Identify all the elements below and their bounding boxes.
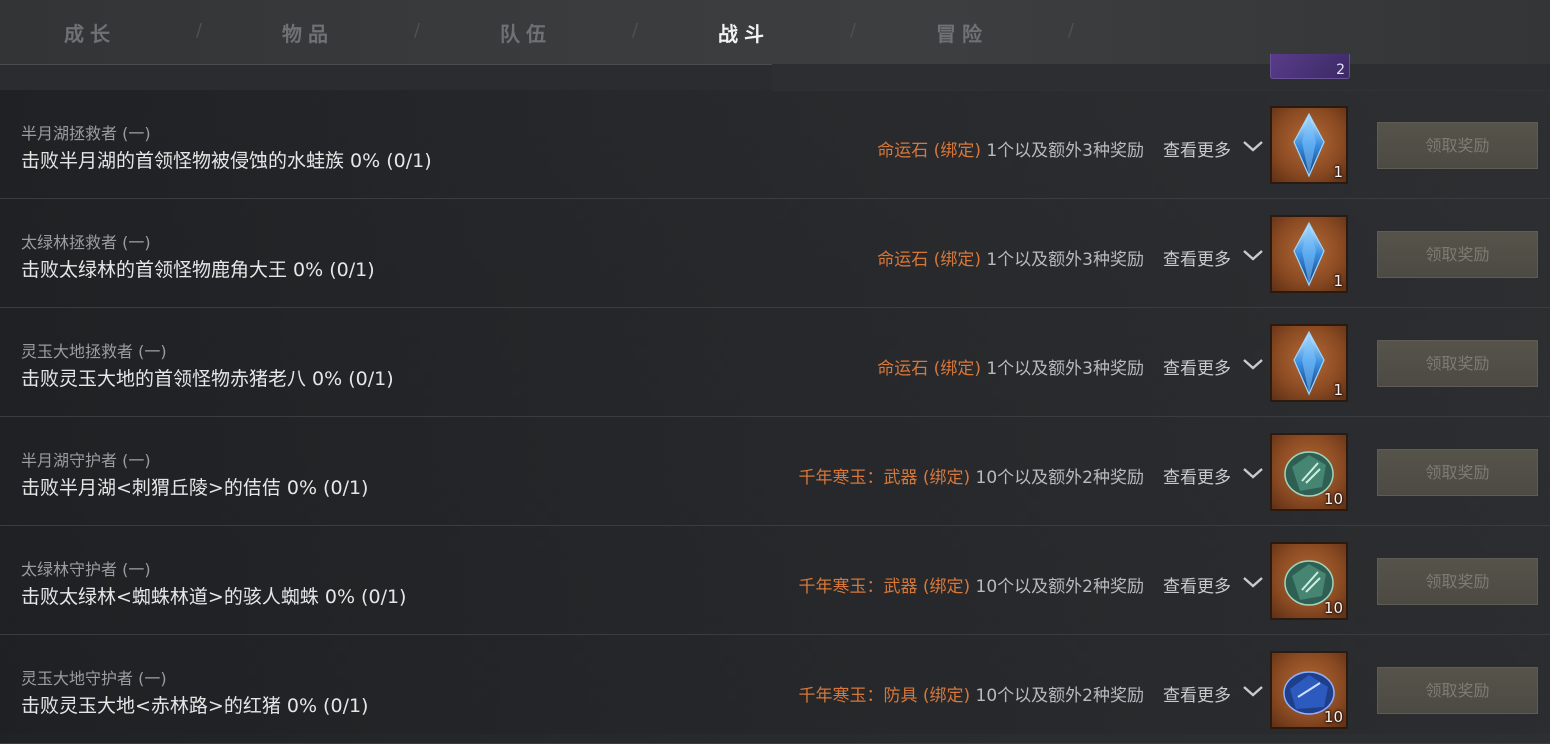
view-more-button[interactable]: 查看更多 bbox=[1163, 463, 1231, 488]
item-count: 2 bbox=[1336, 62, 1345, 78]
reward-item-slot[interactable]: 10 bbox=[1270, 542, 1348, 620]
reward-extra: 1个以及额外3种奖励 bbox=[980, 359, 1144, 379]
reward-extra: 10个以及额外2种奖励 bbox=[970, 468, 1144, 488]
item-count: 10 bbox=[1323, 490, 1343, 508]
chevron-down-icon[interactable] bbox=[1242, 247, 1264, 263]
claim-reward-button[interactable]: 领取奖励 bbox=[1377, 667, 1538, 714]
view-more-button[interactable]: 查看更多 bbox=[1163, 572, 1231, 597]
quest-row: 太绿林拯救者 (一) 击败太绿林的首领怪物鹿角大王 0% (0/1) 命运石 (… bbox=[0, 199, 1550, 308]
tab-separator: / bbox=[1068, 20, 1075, 41]
reward-item-icon[interactable]: 2 bbox=[1270, 54, 1350, 79]
view-more-button[interactable]: 查看更多 bbox=[1163, 136, 1231, 161]
previous-row-partial: 2 bbox=[772, 54, 1550, 91]
reward-item-slot[interactable]: 10 bbox=[1270, 433, 1348, 511]
reward-item-slot[interactable]: 1 bbox=[1270, 106, 1348, 184]
claim-reward-button[interactable]: 领取奖励 bbox=[1377, 558, 1538, 605]
reward-name: 千年寒玉：武器 (绑定) bbox=[798, 468, 971, 488]
item-count: 10 bbox=[1323, 708, 1343, 726]
quest-title: 太绿林守护者 (一) bbox=[21, 560, 151, 579]
tab-items[interactable]: 物品 bbox=[248, 18, 368, 46]
chevron-down-icon[interactable] bbox=[1242, 574, 1264, 590]
reward-name: 命运石 (绑定) bbox=[877, 359, 981, 379]
quest-description: 击败灵玉大地的首领怪物赤猪老八 0% (0/1) bbox=[21, 368, 394, 390]
item-count: 1 bbox=[1333, 381, 1343, 399]
quest-description: 击败半月湖的首领怪物被侵蚀的水蛙族 0% (0/1) bbox=[21, 150, 432, 172]
claim-reward-button[interactable]: 领取奖励 bbox=[1377, 340, 1538, 387]
reward-name: 命运石 (绑定) bbox=[877, 250, 981, 270]
quest-title: 半月湖守护者 (一) bbox=[21, 451, 151, 470]
quest-description: 击败半月湖<刺猬丘陵>的佶佶 0% (0/1) bbox=[21, 477, 369, 499]
quest-description: 击败太绿林的首领怪物鹿角大王 0% (0/1) bbox=[21, 259, 375, 281]
view-more-button[interactable]: 查看更多 bbox=[1163, 245, 1231, 270]
quest-row: 太绿林守护者 (一) 击败太绿林<蜘蛛林道>的骇人蜘蛛 0% (0/1) 千年寒… bbox=[0, 526, 1550, 635]
quest-description: 击败灵玉大地<赤林路>的红猪 0% (0/1) bbox=[21, 695, 369, 717]
reward-summary: 命运石 (绑定) 1个以及额外3种奖励 bbox=[877, 354, 1144, 379]
quest-row: 半月湖守护者 (一) 击败半月湖<刺猬丘陵>的佶佶 0% (0/1) 千年寒玉：… bbox=[0, 417, 1550, 526]
tab-separator: / bbox=[632, 20, 639, 41]
reward-name: 千年寒玉：防具 (绑定) bbox=[798, 686, 971, 706]
reward-summary: 命运石 (绑定) 1个以及额外3种奖励 bbox=[877, 136, 1144, 161]
tab-battle[interactable]: 战斗 bbox=[684, 18, 804, 46]
quest-title: 灵玉大地守护者 (一) bbox=[21, 669, 167, 688]
chevron-down-icon[interactable] bbox=[1242, 683, 1264, 699]
tab-separator: / bbox=[414, 20, 421, 41]
reward-extra: 1个以及额外3种奖励 bbox=[980, 141, 1144, 161]
view-more-button[interactable]: 查看更多 bbox=[1163, 354, 1231, 379]
claim-reward-button[interactable]: 领取奖励 bbox=[1377, 449, 1538, 496]
reward-summary: 命运石 (绑定) 1个以及额外3种奖励 bbox=[877, 245, 1144, 270]
chevron-down-icon[interactable] bbox=[1242, 138, 1264, 154]
item-count: 10 bbox=[1323, 599, 1343, 617]
reward-item-slot[interactable]: 10 bbox=[1270, 651, 1348, 729]
tab-separator: / bbox=[850, 20, 857, 41]
reward-extra: 1个以及额外3种奖励 bbox=[980, 250, 1144, 270]
quest-row: 灵玉大地守护者 (一) 击败灵玉大地<赤林路>的红猪 0% (0/1) 千年寒玉… bbox=[0, 635, 1550, 744]
reward-extra: 10个以及额外2种奖励 bbox=[970, 577, 1144, 597]
quest-description: 击败太绿林<蜘蛛林道>的骇人蜘蛛 0% (0/1) bbox=[21, 586, 407, 608]
quest-row: 半月湖拯救者 (一) 击败半月湖的首领怪物被侵蚀的水蛙族 0% (0/1) 命运… bbox=[0, 90, 1550, 199]
item-count: 1 bbox=[1333, 272, 1343, 290]
chevron-down-icon[interactable] bbox=[1242, 356, 1264, 372]
quest-title: 灵玉大地拯救者 (一) bbox=[21, 342, 167, 361]
view-more-button[interactable]: 查看更多 bbox=[1163, 681, 1231, 706]
reward-item-slot[interactable]: 1 bbox=[1270, 324, 1348, 402]
tab-growth[interactable]: 成长 bbox=[30, 18, 150, 46]
quest-title: 太绿林拯救者 (一) bbox=[21, 233, 151, 252]
claim-reward-button[interactable]: 领取奖励 bbox=[1377, 231, 1538, 278]
quest-row: 灵玉大地拯救者 (一) 击败灵玉大地的首领怪物赤猪老八 0% (0/1) 命运石… bbox=[0, 308, 1550, 417]
chevron-down-icon[interactable] bbox=[1242, 465, 1264, 481]
reward-item-slot[interactable]: 1 bbox=[1270, 215, 1348, 293]
reward-name: 命运石 (绑定) bbox=[877, 141, 981, 161]
reward-name: 千年寒玉：武器 (绑定) bbox=[798, 577, 971, 597]
reward-summary: 千年寒玉：防具 (绑定) 10个以及额外2种奖励 bbox=[798, 681, 1144, 706]
reward-summary: 千年寒玉：武器 (绑定) 10个以及额外2种奖励 bbox=[798, 572, 1144, 597]
reward-summary: 千年寒玉：武器 (绑定) 10个以及额外2种奖励 bbox=[798, 463, 1144, 488]
reward-extra: 10个以及额外2种奖励 bbox=[970, 686, 1144, 706]
claim-reward-button[interactable]: 领取奖励 bbox=[1377, 122, 1538, 169]
tab-adventure[interactable]: 冒险 bbox=[902, 18, 1022, 46]
quest-title: 半月湖拯救者 (一) bbox=[21, 124, 151, 143]
item-count: 1 bbox=[1333, 163, 1343, 181]
tab-team[interactable]: 队伍 bbox=[466, 18, 586, 46]
tab-separator: / bbox=[196, 20, 203, 41]
